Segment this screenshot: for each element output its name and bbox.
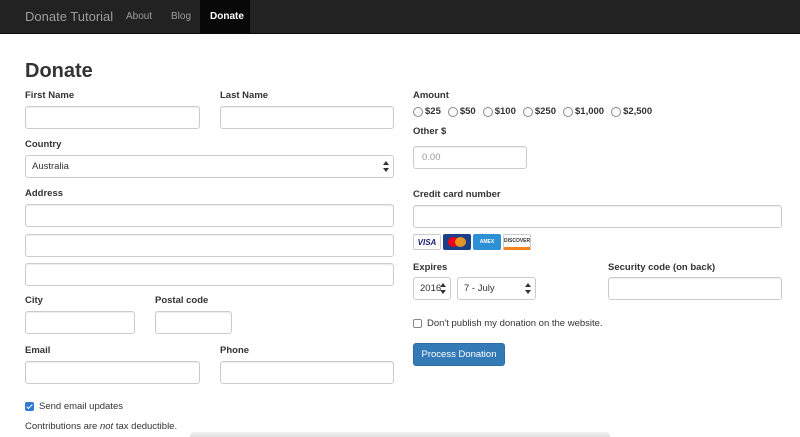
- radio-icon[interactable]: [522, 106, 533, 117]
- nav-donate[interactable]: Donate: [200, 0, 250, 34]
- amount-option-label: $2,500: [623, 106, 653, 117]
- last-name-field[interactable]: [220, 106, 394, 129]
- phone-field[interactable]: [220, 361, 394, 384]
- radio-icon[interactable]: [447, 106, 458, 117]
- card-number-field[interactable]: [413, 205, 782, 228]
- discover-logo: DISCOVER: [503, 234, 531, 250]
- amount-option-1000[interactable]: $1,000: [563, 106, 604, 117]
- amount-option-label: $100: [494, 106, 516, 117]
- radio-icon[interactable]: [413, 106, 423, 117]
- other-amount-placeholder: 0.00: [422, 152, 441, 163]
- address-line-2-field[interactable]: [25, 234, 394, 257]
- brand-link[interactable]: Donate Tutorial: [25, 0, 113, 34]
- amount-option-100[interactable]: $100: [482, 106, 516, 117]
- mastercard-logo: [443, 234, 471, 250]
- country-select[interactable]: Australia: [25, 155, 394, 178]
- city-field[interactable]: [25, 311, 135, 334]
- radio-icon[interactable]: [563, 106, 573, 117]
- other-amount-field[interactable]: 0.00: [413, 146, 527, 169]
- tax-note-emphasis: not: [99, 421, 114, 432]
- radio-icon[interactable]: [482, 106, 493, 117]
- page-title: Donate: [25, 60, 93, 82]
- address-line-3-field[interactable]: [25, 263, 394, 286]
- dont-publish-label: Don't publish my donation on the website…: [427, 318, 603, 329]
- amount-option-2500[interactable]: $2,500: [611, 106, 652, 117]
- security-code-label: Security code (on back): [608, 262, 716, 273]
- tax-note-end: tax deductible.: [113, 421, 178, 432]
- card-brands: VISA AMEX DISCOVER: [413, 234, 533, 251]
- city-label: City: [25, 295, 43, 306]
- expires-label: Expires: [413, 262, 448, 273]
- amount-option-250[interactable]: $250: [522, 106, 556, 117]
- expiry-year-select[interactable]: 2016: [413, 277, 451, 300]
- amount-option-label: $25: [425, 106, 441, 117]
- dont-publish-checkbox[interactable]: [413, 319, 422, 328]
- send-updates-checkbox[interactable]: [25, 402, 34, 411]
- amount-option-label: $50: [459, 106, 476, 117]
- country-label: Country: [25, 139, 62, 150]
- amount-option-label: $250: [534, 106, 556, 117]
- process-donation-button[interactable]: Process Donation: [413, 343, 505, 366]
- amount-radio-group: $25 $50 $100 $250 $1,000 $2,500: [413, 106, 659, 120]
- other-amount-label: Other $: [413, 126, 447, 137]
- card-number-label: Credit card number: [413, 189, 501, 200]
- email-label: Email: [25, 345, 51, 356]
- select-arrows-icon: [440, 281, 446, 296]
- send-updates-label: Send email updates: [39, 401, 123, 412]
- postal-code-label: Postal code: [155, 295, 209, 306]
- top-navbar: Donate Tutorial About Blog Donate: [0, 0, 800, 34]
- last-name-label: Last Name: [220, 90, 269, 101]
- radio-icon[interactable]: [611, 106, 622, 117]
- email-field[interactable]: [25, 361, 200, 384]
- address-label: Address: [25, 188, 64, 199]
- first-name-label: First Name: [25, 90, 75, 101]
- amex-logo: AMEX: [473, 234, 501, 250]
- security-code-field[interactable]: [608, 277, 782, 300]
- bottom-shadow: [190, 432, 610, 437]
- visa-logo: VISA: [413, 234, 441, 250]
- amount-option-25[interactable]: $25: [413, 106, 441, 117]
- postal-code-field[interactable]: [155, 311, 232, 334]
- first-name-field[interactable]: [25, 106, 200, 129]
- tax-note-start: Contributions are: [25, 421, 100, 432]
- phone-label: Phone: [220, 345, 250, 356]
- nav-blog[interactable]: Blog: [171, 0, 191, 34]
- select-arrows-icon: [383, 159, 389, 174]
- amount-label: Amount: [413, 90, 449, 101]
- expiry-month-value: 7 - July: [464, 283, 495, 294]
- select-arrows-icon: [525, 281, 531, 296]
- country-select-value: Australia: [32, 161, 69, 172]
- tax-note: Contributions are not tax deductible.: [25, 421, 177, 432]
- expiry-year-value: 2016: [420, 283, 442, 294]
- nav-about[interactable]: About: [126, 0, 152, 34]
- amount-option-label: $1,000: [575, 106, 605, 117]
- expiry-month-select[interactable]: 7 - July: [457, 277, 536, 300]
- address-line-1-field[interactable]: [25, 204, 394, 227]
- amount-option-50[interactable]: $50: [447, 106, 476, 117]
